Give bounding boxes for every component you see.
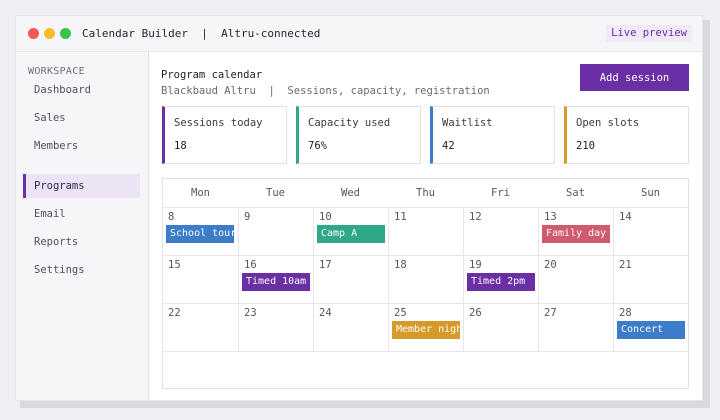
calendar-day-cell[interactable]: 13 Family day: [538, 207, 613, 255]
day-number: 23: [244, 307, 257, 319]
calendar-event[interactable]: Timed 2pm: [467, 273, 535, 291]
calendar-day-cell[interactable]: 9: [238, 207, 313, 255]
day-number: 16: [244, 259, 257, 271]
day-number: 15: [168, 259, 181, 271]
sidebar-item-settings[interactable]: Settings: [23, 258, 140, 282]
day-number: 13: [544, 211, 557, 223]
sidebar-item-reports[interactable]: Reports: [23, 230, 140, 254]
day-number: 24: [319, 307, 332, 319]
calendar-bottom-divider: [163, 351, 688, 352]
calendar-day-cell[interactable]: 23: [238, 303, 313, 351]
calendar-day-cell[interactable]: 21: [613, 255, 688, 303]
weekday-header: Sat: [566, 187, 585, 199]
kpi-capacity-used: Capacity used 76%: [296, 106, 421, 164]
live-preview-badge[interactable]: Live preview: [606, 25, 692, 42]
sidebar-item-members[interactable]: Members: [23, 134, 140, 158]
kpi-label: Sessions today: [174, 117, 263, 129]
kpi-waitlist: Waitlist 42: [430, 106, 555, 164]
sidebar-item-programs[interactable]: Programs: [23, 174, 140, 198]
day-number: 28: [619, 307, 632, 319]
weekday-header: Wed: [341, 187, 360, 199]
sidebar-item-sales[interactable]: Sales: [23, 106, 140, 130]
weekday-header: Mon: [191, 187, 210, 199]
day-number: 18: [394, 259, 407, 271]
calendar-day-cell[interactable]: 26: [463, 303, 538, 351]
page-subtitle: Blackbaud Altru | Sessions, capacity, re…: [161, 85, 490, 97]
maximize-window-button[interactable]: [60, 28, 71, 39]
day-number: 22: [168, 307, 181, 319]
sidebar: WORKSPACE Dashboard Sales Members Progra…: [16, 52, 148, 400]
day-number: 27: [544, 307, 557, 319]
day-number: 25: [394, 307, 407, 319]
close-window-button[interactable]: [28, 28, 39, 39]
calendar-event[interactable]: Member night: [392, 321, 460, 339]
calendar-day-cell[interactable]: 19 Timed 2pm: [463, 255, 538, 303]
calendar-day-cell[interactable]: 12: [463, 207, 538, 255]
calendar-event[interactable]: Camp A: [317, 225, 385, 243]
sidebar-heading: WORKSPACE: [28, 66, 85, 77]
day-number: 19: [469, 259, 482, 271]
kpi-value: 42: [442, 140, 455, 152]
kpi-value: 210: [576, 140, 595, 152]
app-title: Calendar Builder | Altru-connected: [82, 27, 321, 40]
calendar-grid: Mon Tue Wed Thu Fri Sat Sun 8 School tour 9 10 Camp…: [162, 178, 689, 389]
add-session-button[interactable]: Add session: [580, 64, 689, 91]
minimize-window-button[interactable]: [44, 28, 55, 39]
calendar-day-cell[interactable]: 8 School tour: [163, 207, 238, 255]
sidebar-item-dashboard[interactable]: Dashboard: [23, 78, 140, 102]
weekday-header: Sun: [641, 187, 660, 199]
day-number: 17: [319, 259, 332, 271]
calendar-day-cell[interactable]: 11: [388, 207, 463, 255]
calendar-day-cell[interactable]: 17: [313, 255, 388, 303]
calendar-event[interactable]: Family day: [542, 225, 610, 243]
day-number: 11: [394, 211, 407, 223]
title-bar: Calendar Builder | Altru-connected Live …: [16, 16, 702, 52]
kpi-label: Waitlist: [442, 117, 493, 129]
kpi-value: 18: [174, 140, 187, 152]
app-window: Calendar Builder | Altru-connected Live …: [15, 15, 703, 401]
calendar-day-cell[interactable]: 14: [613, 207, 688, 255]
calendar-day-cell[interactable]: 27: [538, 303, 613, 351]
calendar-day-cell[interactable]: 16 Timed 10am: [238, 255, 313, 303]
calendar-event[interactable]: School tour: [166, 225, 234, 243]
weekday-header: Thu: [416, 187, 435, 199]
day-number: 8: [168, 211, 175, 223]
day-number: 12: [469, 211, 482, 223]
main-content: Program calendar Blackbaud Altru | Sessi…: [148, 52, 702, 400]
page-title: Program calendar: [161, 69, 263, 81]
calendar-day-cell[interactable]: 18: [388, 255, 463, 303]
day-number: 14: [619, 211, 632, 223]
day-number: 10: [319, 211, 332, 223]
calendar-day-cell[interactable]: 24: [313, 303, 388, 351]
calendar-day-cell[interactable]: 22: [163, 303, 238, 351]
kpi-value: 76%: [308, 140, 327, 152]
day-number: 9: [244, 211, 251, 223]
calendar-day-cell[interactable]: 25 Member night: [388, 303, 463, 351]
calendar-day-cell[interactable]: 28 Concert: [613, 303, 688, 351]
day-number: 20: [544, 259, 557, 271]
kpi-label: Open slots: [576, 117, 640, 129]
day-number: 26: [469, 307, 482, 319]
weekday-header: Fri: [491, 187, 510, 199]
calendar-event[interactable]: Timed 10am: [242, 273, 310, 291]
kpi-sessions-today: Sessions today 18: [162, 106, 287, 164]
calendar-day-cell[interactable]: 15: [163, 255, 238, 303]
kpi-open-slots: Open slots 210: [564, 106, 689, 164]
calendar-day-cell[interactable]: 10 Camp A: [313, 207, 388, 255]
calendar-event[interactable]: Concert: [617, 321, 685, 339]
weekday-header: Tue: [266, 187, 285, 199]
calendar-day-cell[interactable]: 20: [538, 255, 613, 303]
kpi-label: Capacity used: [308, 117, 391, 129]
day-number: 21: [619, 259, 632, 271]
sidebar-item-email[interactable]: Email: [23, 202, 140, 226]
